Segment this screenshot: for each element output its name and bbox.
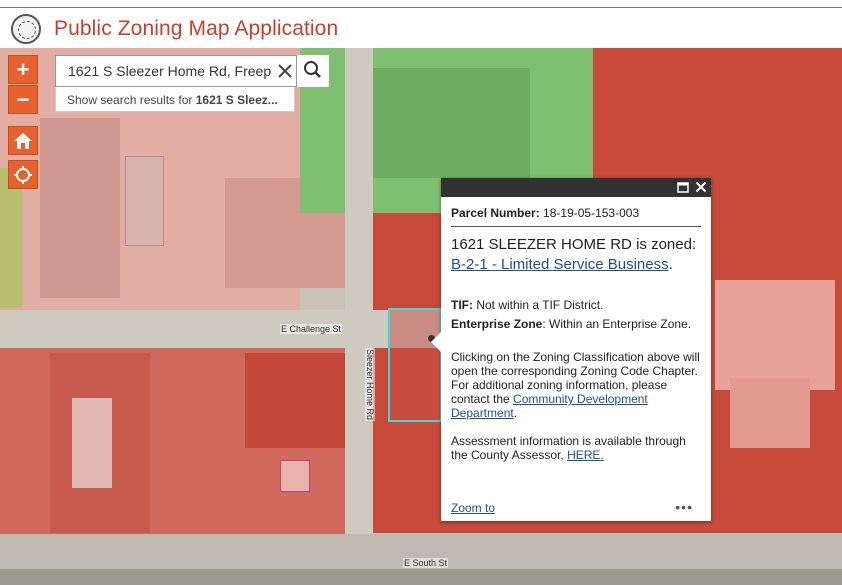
home-button[interactable] [8, 126, 38, 155]
close-icon [278, 64, 292, 78]
plus-icon: + [16, 56, 30, 82]
search-suggestion[interactable]: Show search results for 1621 S Sleez... [55, 87, 295, 112]
app-title: Public Zoning Map Application [54, 17, 339, 40]
city-seal-logo [11, 14, 41, 44]
road-challenge-st [0, 310, 442, 348]
search-button[interactable] [296, 55, 329, 87]
minus-icon: − [16, 86, 30, 112]
road-sleezer-home-rd [345, 48, 373, 585]
popup-header [441, 178, 711, 197]
map-building-pink [715, 280, 835, 390]
street-label-challenge: E Challenge St [280, 324, 343, 334]
parcel-number-label: Parcel Number: [451, 206, 540, 220]
search-icon [304, 61, 321, 78]
zoning-classification-link[interactable]: B-2-1 - Limited Service Business [451, 256, 669, 273]
clear-search-button[interactable] [274, 58, 296, 84]
map-view[interactable]: E Challenge St Sleezer Home Rd E South S… [0, 48, 842, 585]
map-imagery-lot-west [40, 118, 120, 298]
address-search [55, 55, 329, 87]
close-icon[interactable] [695, 181, 707, 193]
zoom-to-link[interactable]: Zoom to [451, 501, 495, 515]
enterprise-zone-label: Enterprise Zone [451, 317, 543, 331]
more-actions-button[interactable]: ••• [675, 499, 693, 515]
maximize-icon[interactable] [677, 182, 689, 193]
divider [451, 226, 701, 227]
assessment-note: Assessment information is available thro… [451, 434, 701, 462]
popup-pointer [431, 332, 441, 352]
street-label-sleezer: Sleezer Home Rd [365, 348, 375, 422]
map-red-block-2 [245, 353, 347, 448]
map-building-southwest [280, 460, 310, 492]
tif-label: TIF: [451, 298, 473, 312]
street-label-south: E South St [403, 558, 449, 568]
tif-status: TIF: Not within a TIF District. [451, 295, 701, 315]
locate-icon [14, 165, 32, 184]
search-input[interactable] [56, 56, 274, 86]
zoom-in-button[interactable]: + [8, 55, 38, 84]
zoning-summary: 1621 SLEEZER HOME RD is zoned: B-2-1 - L… [451, 236, 697, 273]
selected-parcel-outline[interactable] [388, 308, 442, 422]
map-green-building [370, 68, 530, 178]
top-border [0, 0, 842, 8]
map-building-pink-2 [730, 378, 810, 448]
app-header: Public Zoning Map Application [0, 8, 842, 48]
tif-value: Not within a TIF District. [473, 298, 604, 312]
popup-content: Parcel Number: 18-19-05-153-003 1621 SLE… [451, 206, 701, 462]
enterprise-zone-value: : Within an Enterprise Zone. [542, 317, 692, 331]
map-imagery-building [125, 156, 164, 246]
locate-button[interactable] [8, 160, 38, 189]
county-assessor-link[interactable]: HERE. [567, 448, 604, 462]
parcel-address: 1621 SLEEZER HOME RD [451, 236, 632, 253]
zoom-out-button[interactable]: − [8, 85, 38, 114]
map-building-west [72, 398, 112, 488]
home-icon [14, 132, 32, 149]
enterprise-zone-status: Enterprise Zone: Within an Enterprise Zo… [451, 315, 701, 334]
map-bottom-edge [0, 569, 842, 585]
parcel-number-line: Parcel Number: 18-19-05-153-003 [451, 206, 701, 220]
map-yellow-zone [0, 168, 22, 308]
suggestion-query: 1621 S Sleez... [195, 93, 278, 107]
parcel-popup: Parcel Number: 18-19-05-153-003 1621 SLE… [431, 178, 711, 521]
zoning-note: Clicking on the Zoning Classification ab… [451, 350, 700, 420]
zoned-text: is zoned: [631, 236, 697, 253]
suggestion-prefix: Show search results for [67, 93, 196, 107]
parcel-number-value: 18-19-05-153-003 [543, 206, 640, 220]
